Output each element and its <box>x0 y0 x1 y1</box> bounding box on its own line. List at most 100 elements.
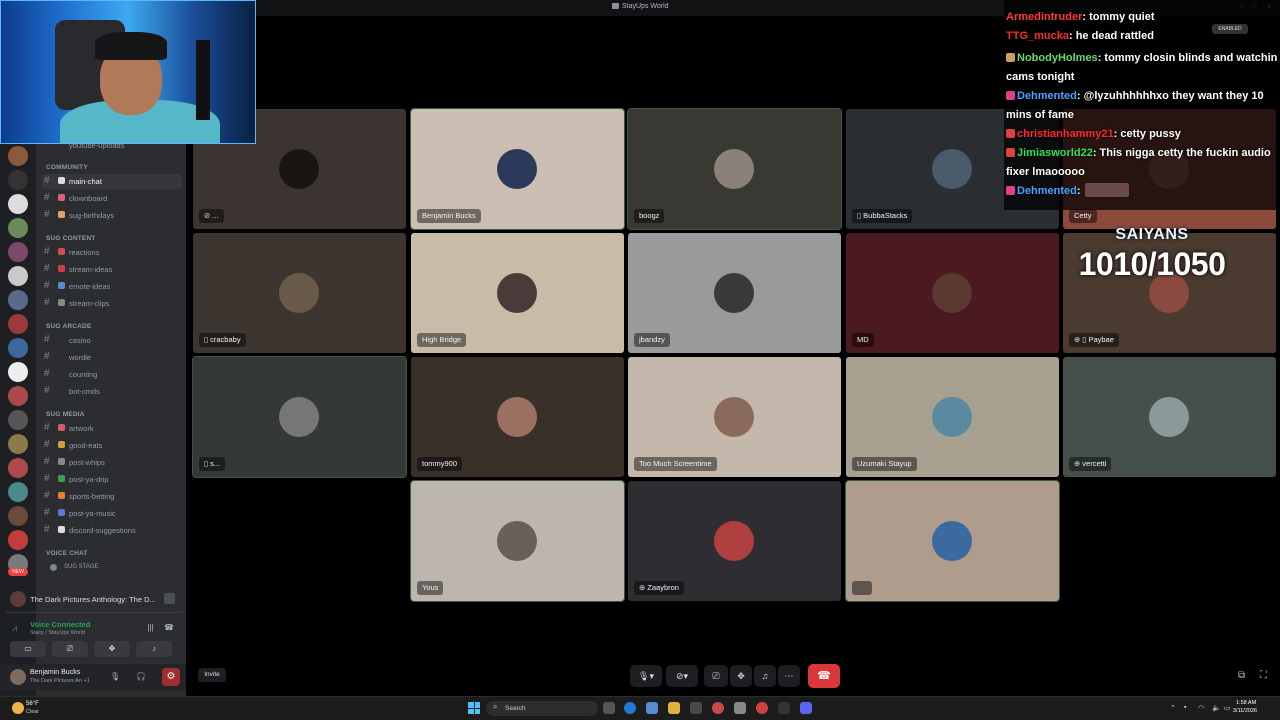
participant-tile[interactable]: ▯ s... <box>192 356 407 478</box>
channel-post-ya-drip[interactable]: # post-ya-drip <box>42 472 182 487</box>
participant-tile[interactable]: MD <box>846 233 1059 353</box>
server-icon[interactable] <box>8 266 28 286</box>
activity-more-icon[interactable] <box>164 593 175 604</box>
volume-icon[interactable]: 🔈 <box>1212 704 1221 712</box>
voice-status[interactable]: Voice Connected <box>30 620 90 629</box>
participant-tile[interactable] <box>845 480 1060 602</box>
server-icon[interactable] <box>8 458 28 478</box>
fullscreen-icon[interactable]: ⛶ <box>1260 670 1267 681</box>
taskbar-search[interactable]: ⌕ Search <box>486 701 598 716</box>
server-icon[interactable] <box>8 386 28 406</box>
server-icon[interactable] <box>8 410 28 430</box>
noise-suppression-icon[interactable]: ||| <box>146 623 155 632</box>
participant-tile[interactable]: tommy900 <box>411 357 624 477</box>
weather-icon[interactable] <box>12 702 24 714</box>
server-icon[interactable] <box>8 434 28 454</box>
server-icon[interactable] <box>8 314 28 334</box>
disconnect-icon[interactable]: ☎ <box>164 623 174 632</box>
settings-button[interactable]: ⚙ <box>162 668 180 686</box>
category-community[interactable]: COMMUNITY <box>46 164 88 171</box>
battery-icon[interactable]: ▭ <box>1224 704 1231 712</box>
channel-sug-stage[interactable]: SUG STAGE <box>42 561 182 576</box>
server-icon[interactable] <box>8 530 28 550</box>
windows-start-icon[interactable] <box>468 702 480 714</box>
screen-share-button[interactable]: ⎚ <box>704 665 728 687</box>
weather-temperature[interactable]: 56°F <box>26 701 39 707</box>
clock-date[interactable]: 3/11/2026 <box>1233 708 1257 714</box>
app-icon[interactable] <box>646 702 658 714</box>
server-icon[interactable] <box>8 194 28 214</box>
participant-tile[interactable]: ⊕ Zaaybron <box>628 481 841 601</box>
file-explorer-icon[interactable] <box>668 702 680 714</box>
channel-stream-ideas[interactable]: # stream-ideas <box>42 262 182 277</box>
participant-tile[interactable]: boogz <box>627 108 842 230</box>
participant-tile[interactable]: ⊕ vercetti <box>1063 357 1276 477</box>
signal-icon[interactable]: ⩘ <box>12 623 17 634</box>
participant-tile[interactable]: Yous <box>410 480 625 602</box>
chrome-icon[interactable] <box>712 702 724 714</box>
channel-main-chat[interactable]: # main-chat <box>42 174 182 189</box>
activities-button[interactable]: ✥ <box>730 665 752 687</box>
clock-time[interactable]: 1:58 AM <box>1236 700 1256 706</box>
category-sug-arcade[interactable]: SUG ARCADE <box>46 323 91 330</box>
chevron-up-icon[interactable]: ⌃ <box>1170 704 1176 712</box>
activity-panel[interactable]: The Dark Pictures Anthology: The D... <box>6 588 182 610</box>
microphone-button[interactable]: 🎙▾ <box>630 665 662 687</box>
participant-tile[interactable]: Uzumaki Stayup <box>846 357 1059 477</box>
channel-reactions[interactable]: # reactions <box>42 245 182 260</box>
soundboard-button[interactable]: ♪ <box>136 641 172 657</box>
channel-post-whips[interactable]: # post-whips <box>42 455 182 470</box>
task-view-icon[interactable] <box>603 702 615 714</box>
channel-post-ya-music[interactable]: # post-ya-music <box>42 506 182 521</box>
participant-tile[interactable]: jbandzy <box>628 233 841 353</box>
app-icon[interactable] <box>756 702 768 714</box>
more-options-icon[interactable]: ⋯ <box>778 665 800 687</box>
avatar[interactable] <box>10 669 26 685</box>
channel-artwork[interactable]: # artwork <box>42 421 182 436</box>
server-icon[interactable] <box>8 290 28 310</box>
server-icon[interactable] <box>8 482 28 502</box>
participant-tile[interactable]: Benjamin Bucks <box>410 108 625 230</box>
channel-good-eats[interactable]: # good-eats <box>42 438 182 453</box>
screen-share-button[interactable]: ⎚ <box>52 641 88 657</box>
weather-description[interactable]: Clear <box>26 709 39 715</box>
channel-emote-ideas[interactable]: # emote-ideas <box>42 279 182 294</box>
category-sug-media[interactable]: SUG MEDIA <box>46 411 85 418</box>
channel-wordle[interactable]: # wordle <box>42 350 182 365</box>
camera-button[interactable]: ⊘▾ <box>666 665 698 687</box>
activities-button[interactable]: ✥ <box>94 641 130 657</box>
edge-icon[interactable] <box>624 702 636 714</box>
voice-channel-name[interactable]: Stacy / StayUps World <box>30 630 85 636</box>
user-name[interactable]: Benjamin Bucks <box>30 669 80 676</box>
app-tray-icon[interactable]: ▪ <box>1184 704 1186 711</box>
leave-call-button[interactable]: ☎ <box>808 664 840 688</box>
channel-sports-betting[interactable]: # sports-betting <box>42 489 182 504</box>
headphones-icon[interactable]: 🎧 <box>136 672 146 681</box>
app-icon[interactable] <box>690 702 702 714</box>
participant-tile[interactable]: High Bridge <box>411 233 624 353</box>
microphone-icon[interactable]: 🎙 <box>110 672 120 681</box>
server-icon[interactable] <box>8 170 28 190</box>
channel-stream-clips[interactable]: # stream-clips <box>42 296 182 311</box>
app-icon[interactable] <box>734 702 746 714</box>
discord-icon[interactable] <box>800 702 812 714</box>
app-icon[interactable] <box>778 702 790 714</box>
server-icon[interactable] <box>8 506 28 526</box>
category-sug-content[interactable]: SUG CONTENT <box>46 235 96 242</box>
server-icon[interactable] <box>8 146 28 166</box>
pop-out-icon[interactable]: ⧉ <box>1238 670 1245 681</box>
channel-bot-cmds[interactable]: # bot-cmds <box>42 384 182 399</box>
channel-discord-suggestions[interactable]: # discord-suggestions <box>42 523 182 538</box>
participant-tile[interactable]: Too Much Screentime <box>628 357 841 477</box>
network-icon[interactable]: ◠ <box>1198 704 1204 712</box>
server-icon[interactable] <box>8 338 28 358</box>
channel-sug-birthdays[interactable]: # sug-birthdays <box>42 208 182 223</box>
soundboard-button[interactable]: ♫ <box>754 665 776 687</box>
camera-button[interactable]: ▭ <box>10 641 46 657</box>
channel-clownboard[interactable]: # clownboard <box>42 191 182 206</box>
server-icon[interactable] <box>8 218 28 238</box>
server-icon[interactable] <box>8 362 28 382</box>
participant-tile[interactable]: ▯ cracbaby <box>193 233 406 353</box>
channel-casino[interactable]: # casino <box>42 333 182 348</box>
category-voice-chat[interactable]: VOICE CHAT <box>46 550 88 557</box>
